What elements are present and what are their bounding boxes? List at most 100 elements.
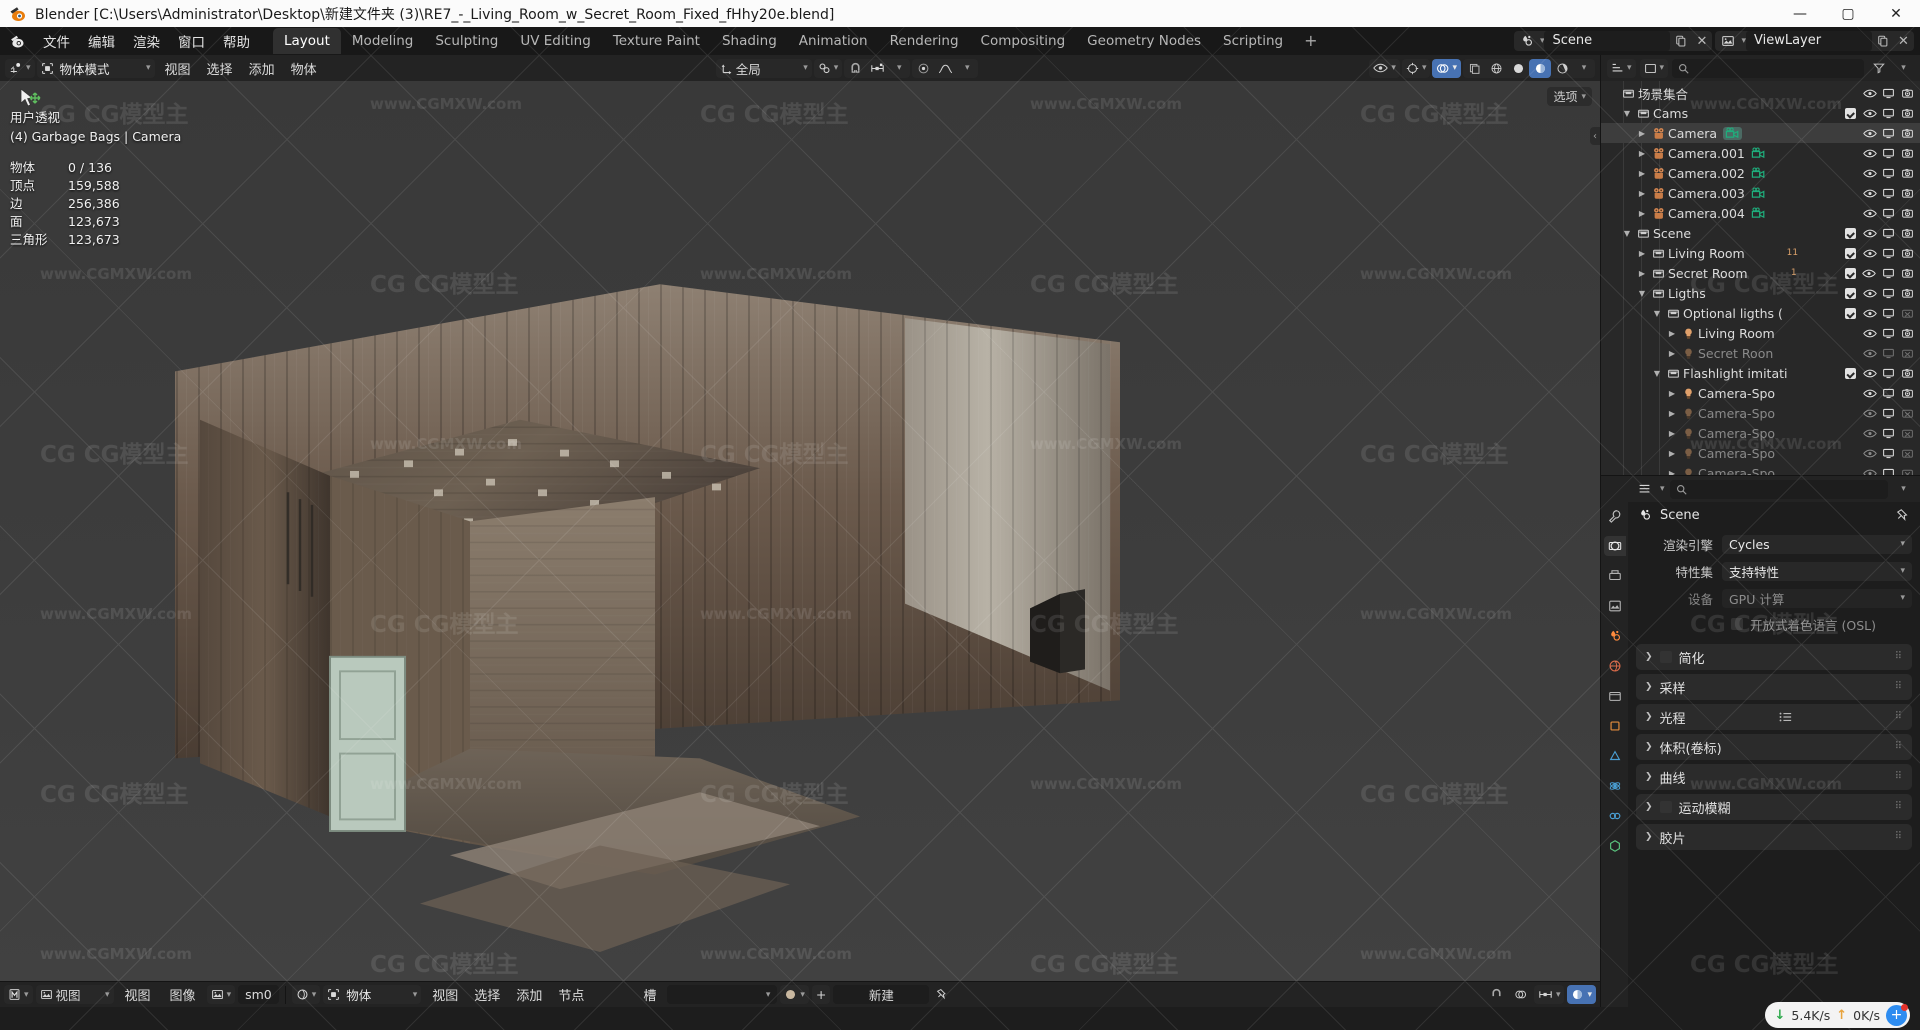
property-panel-header[interactable]: ❯ 曲线 ⠿ xyxy=(1636,764,1912,790)
left-editor-menu-image[interactable]: 图像 xyxy=(162,985,204,1004)
workspace-tab-scripting[interactable]: Scripting xyxy=(1212,28,1294,54)
outliner-display-mode-button[interactable]: ▾ xyxy=(1639,58,1669,78)
outliner-editor-type-button[interactable]: ▾ xyxy=(1607,58,1636,78)
tab-modifiers[interactable] xyxy=(1604,746,1626,766)
workspace-tab-sculpting[interactable]: Sculpting xyxy=(424,28,509,54)
hide-in-viewport-icon[interactable] xyxy=(1861,325,1878,342)
workspace-tab-layout[interactable]: Layout xyxy=(273,28,341,54)
node-menu-1[interactable]: 选择 xyxy=(466,985,508,1004)
hide-in-viewport-icon[interactable] xyxy=(1861,345,1878,362)
close-button[interactable]: ✕ xyxy=(1872,0,1920,27)
disclosure-closed-icon[interactable]: ▶ xyxy=(1665,429,1679,438)
xray-icon[interactable] xyxy=(1463,59,1485,78)
disable-in-viewport-icon[interactable] xyxy=(1880,205,1897,222)
property-panel-header[interactable]: ❯ 简化 ⠿ xyxy=(1636,644,1912,670)
magnet-icon[interactable] xyxy=(844,59,866,78)
disclosure-closed-icon[interactable]: ▶ xyxy=(1665,469,1679,476)
disable-in-viewport-icon[interactable] xyxy=(1880,265,1897,282)
viewport-menu-3[interactable]: 物体 xyxy=(283,59,325,78)
disable-in-viewport-icon[interactable] xyxy=(1880,245,1897,262)
properties-type-chevron-down-icon[interactable]: ▾ xyxy=(1660,484,1665,494)
outliner-tree[interactable]: 场景集合 ▼ Cams ▶ Camera ▶ Camera.001 ▶ Camera.002 ▶ C… xyxy=(1601,81,1920,475)
disable-in-render-icon[interactable] xyxy=(1899,345,1916,362)
disable-in-viewport-icon[interactable] xyxy=(1880,105,1897,122)
snap-chevron-down-icon[interactable]: ▾ xyxy=(888,59,910,78)
outliner-filter-chevron-down-icon[interactable]: ▾ xyxy=(1893,58,1914,78)
snap-target-icon[interactable] xyxy=(866,59,888,78)
workspace-tab-shading[interactable]: Shading xyxy=(711,28,788,54)
workspace-tab-rendering[interactable]: Rendering xyxy=(879,28,970,54)
outliner-item-label[interactable]: Living Room xyxy=(1698,326,1775,341)
disable-in-viewport-icon[interactable] xyxy=(1880,285,1897,302)
outliner-row[interactable]: ▶ Secret Roon xyxy=(1601,343,1920,363)
outliner-item-label[interactable]: Cams xyxy=(1653,106,1688,121)
disable-in-render-icon[interactable] xyxy=(1899,205,1916,222)
exclude-checkbox[interactable] xyxy=(1842,285,1859,302)
node-shading-button[interactable]: ▾ xyxy=(1567,985,1596,1004)
disable-in-render-icon[interactable] xyxy=(1899,245,1916,262)
disable-in-viewport-icon[interactable] xyxy=(1880,325,1897,342)
exclude-checkbox[interactable] xyxy=(1842,305,1859,322)
material-preview-shading-icon[interactable] xyxy=(1529,58,1551,78)
pin-icon[interactable] xyxy=(1896,508,1910,522)
exclude-checkbox[interactable] xyxy=(1842,365,1859,382)
property-panel-header[interactable]: ❯ 胶片 ⠿ xyxy=(1636,824,1912,850)
workspace-tab-modeling[interactable]: Modeling xyxy=(341,28,424,54)
viewport-menu-1[interactable]: 选择 xyxy=(199,59,241,78)
disable-in-render-icon[interactable] xyxy=(1899,425,1916,442)
disclosure-closed-icon[interactable]: ▶ xyxy=(1665,329,1679,338)
image-name-field[interactable]: sm0 xyxy=(238,985,279,1004)
tab-world[interactable] xyxy=(1604,656,1626,676)
network-add-button[interactable]: + xyxy=(1886,1003,1908,1026)
node-snap-settings[interactable]: ▾ xyxy=(1533,985,1565,1004)
node-shader-type-selector[interactable]: 物体 ▾ xyxy=(323,985,422,1004)
property-value-dropdown[interactable]: 支持特性 ▾ xyxy=(1722,561,1912,581)
proportional-edit-icon[interactable] xyxy=(912,59,934,78)
disable-in-render-icon[interactable] xyxy=(1899,185,1916,202)
snap-pivot-button[interactable]: ▾ xyxy=(813,58,843,78)
sidebar-toggle-handle[interactable]: ‹ xyxy=(1590,127,1600,145)
workspace-tab-animation[interactable]: Animation xyxy=(788,28,879,54)
outliner-search-input[interactable] xyxy=(1672,58,1864,78)
falloff-curve-icon[interactable] xyxy=(934,59,956,78)
disable-in-viewport-icon[interactable] xyxy=(1880,145,1897,162)
outliner-item-label[interactable]: Camera.001 xyxy=(1668,146,1745,161)
disable-in-viewport-icon[interactable] xyxy=(1880,425,1897,442)
outliner-item-label[interactable]: Camera-Spo xyxy=(1698,426,1775,441)
maximize-button[interactable]: ▢ xyxy=(1824,0,1872,27)
outliner-row[interactable]: ▼ Optional ligths ( xyxy=(1601,303,1920,323)
outliner-row[interactable]: ▶ Camera-Spo xyxy=(1601,403,1920,423)
image-datablock-selector[interactable]: ▾ xyxy=(206,985,236,1004)
outliner-row[interactable]: ▶ Camera.004 xyxy=(1601,203,1920,223)
disable-in-render-icon[interactable] xyxy=(1899,285,1916,302)
outliner-row[interactable]: ▶ Camera-Spo xyxy=(1601,423,1920,443)
exclude-checkbox[interactable] xyxy=(1842,225,1859,242)
hide-in-viewport-icon[interactable] xyxy=(1861,205,1878,222)
tab-view-layer[interactable] xyxy=(1604,596,1626,616)
outliner-item-label[interactable]: Secret Room xyxy=(1668,266,1748,281)
node-menu-2[interactable]: 添加 xyxy=(508,985,550,1004)
hide-in-viewport-icon[interactable] xyxy=(1861,425,1878,442)
outliner-row[interactable]: ▶ Camera.003 xyxy=(1601,183,1920,203)
exclude-checkbox[interactable] xyxy=(1842,245,1859,262)
left-editor-type-button[interactable]: ▾ xyxy=(4,985,33,1004)
new-viewlayer-icon[interactable] xyxy=(1872,31,1893,51)
disable-in-render-icon[interactable] xyxy=(1899,105,1916,122)
hide-in-viewport-icon[interactable] xyxy=(1861,245,1878,262)
panel-enable-checkbox[interactable] xyxy=(1659,651,1672,663)
disable-in-render-icon[interactable] xyxy=(1899,305,1916,322)
transform-orientation-selector[interactable]: 全局 ▾ xyxy=(715,58,812,78)
hide-in-viewport-icon[interactable] xyxy=(1861,165,1878,182)
outliner-item-label[interactable]: Ligths xyxy=(1668,286,1706,301)
outliner-item-label[interactable]: Camera-Spo xyxy=(1698,406,1775,421)
disclosure-closed-icon[interactable]: ▶ xyxy=(1635,249,1649,258)
disclosure-open-icon[interactable]: ▼ xyxy=(1620,229,1634,238)
osl-checkbox[interactable] xyxy=(1731,618,1743,630)
disable-in-render-icon[interactable] xyxy=(1899,385,1916,402)
hide-in-viewport-icon[interactable] xyxy=(1861,265,1878,282)
hide-in-viewport-icon[interactable] xyxy=(1861,85,1878,102)
outliner-item-label[interactable]: Camera-Spo xyxy=(1698,466,1775,476)
left-editor-menu-view[interactable]: 视图 xyxy=(117,985,159,1004)
disclosure-open-icon[interactable]: ▼ xyxy=(1620,109,1634,118)
property-panel-header[interactable]: ❯ 光程 ⠿ xyxy=(1636,704,1912,730)
